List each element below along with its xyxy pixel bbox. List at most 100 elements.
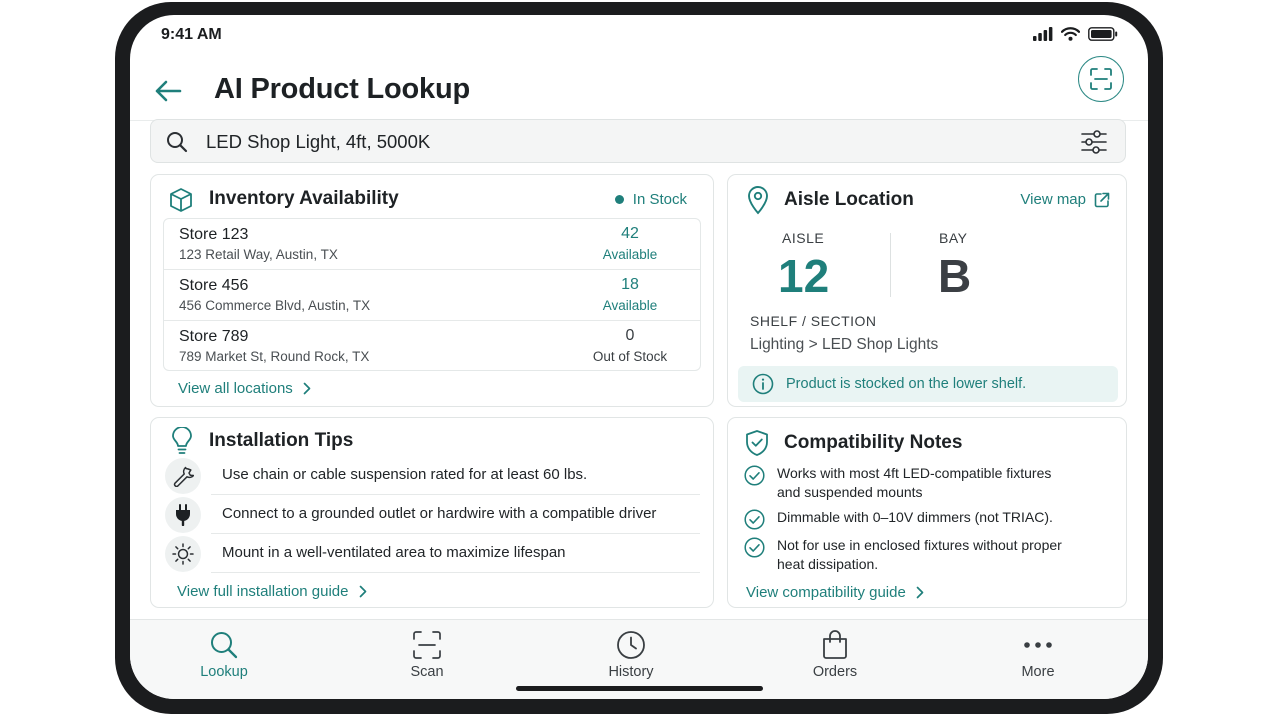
- store-row[interactable]: Store 789 789 Market St, Round Rock, TX …: [164, 321, 700, 370]
- check-circle-icon: [744, 465, 765, 486]
- store-name: Store 789: [179, 328, 249, 345]
- tip-item: Use chain or cable suspension rated for …: [163, 456, 700, 495]
- scan-icon: [1090, 68, 1112, 90]
- wifi-icon: [1061, 27, 1080, 41]
- tab-label: Lookup: [200, 664, 248, 680]
- plug-icon: [165, 497, 201, 533]
- info-icon: [752, 373, 774, 395]
- shelf-note-text: Product is stocked on the lower shelf.: [786, 376, 1027, 392]
- tip-text: Connect to a grounded outlet or hardwire…: [222, 505, 657, 522]
- search-icon: [211, 632, 238, 659]
- page-title: AI Product Lookup: [214, 73, 470, 105]
- store-availability: Available: [602, 247, 658, 262]
- store-list: Store 123 123 Retail Way, Austin, TX 42 …: [163, 218, 701, 371]
- view-map-label: View map: [1020, 191, 1086, 208]
- battery-icon: [1088, 27, 1118, 41]
- store-name: Store 456: [179, 277, 249, 294]
- divider: [890, 233, 891, 297]
- signal-icon: [1033, 27, 1053, 41]
- tab-lookup[interactable]: Lookup: [174, 628, 274, 688]
- tab-label: More: [1021, 664, 1055, 680]
- store-availability: Available: [602, 298, 658, 313]
- shelf-section-value: Lighting > LED Shop Lights: [750, 336, 939, 353]
- tab-label: Scan: [410, 664, 444, 680]
- stock-status-label: In Stock: [632, 191, 687, 208]
- link-label: View full installation guide: [177, 583, 349, 600]
- back-button[interactable]: [152, 75, 184, 107]
- compatibility-title: Compatibility Notes: [784, 432, 963, 453]
- tab-scan[interactable]: Scan: [377, 628, 477, 688]
- store-address: 123 Retail Way, Austin, TX: [179, 247, 338, 262]
- bag-icon: [823, 630, 847, 659]
- shelf-note: Product is stocked on the lower shelf.: [738, 366, 1118, 402]
- store-availability: Out of Stock: [592, 349, 668, 364]
- wrench-icon: [165, 458, 201, 494]
- tip-text: Mount in a well-ventilated area to maxim…: [222, 544, 566, 561]
- compatibility-guide-link[interactable]: View compatibility guide: [746, 584, 924, 601]
- store-address: 456 Commerce Blvd, Austin, TX: [179, 298, 371, 313]
- compat-note-text: Dimmable with 0–10V dimmers (not TRIAC).: [777, 509, 1053, 525]
- clock-icon: [617, 631, 645, 659]
- link-label: View compatibility guide: [746, 584, 906, 601]
- status-time: 9:41 AM: [161, 26, 222, 43]
- app-screen: 9:41 AM AI Product Lookup LED Shop Light…: [130, 15, 1148, 699]
- tip-item: Connect to a grounded outlet or hardwire…: [163, 495, 700, 534]
- bay-value: B: [938, 250, 972, 302]
- app-header: AI Product Lookup: [130, 59, 1148, 121]
- installation-guide-link[interactable]: View full installation guide: [177, 583, 367, 600]
- check-circle-icon: [744, 509, 765, 530]
- more-icon: [1024, 642, 1052, 648]
- scan-header-button[interactable]: [1078, 56, 1124, 102]
- compat-note-text: Works with most 4ft LED-compatible fixtu…: [777, 465, 1052, 481]
- link-label: View all locations: [178, 380, 293, 397]
- status-dot: [614, 195, 624, 204]
- tip-item: Mount in a well-ventilated area to maxim…: [163, 534, 700, 573]
- store-count: 18: [621, 276, 639, 293]
- aisle-number: 12: [778, 250, 830, 302]
- scan-icon: [413, 631, 441, 659]
- tip-text: Use chain or cable suspension rated for …: [222, 466, 588, 483]
- tab-history[interactable]: History: [581, 628, 681, 688]
- lightbulb-icon: [172, 427, 192, 454]
- tab-label: Orders: [812, 664, 858, 680]
- aisle-location-card: Aisle Location View map AISLE 12 BAY B S…: [727, 174, 1127, 407]
- inventory-title: Inventory Availability: [209, 188, 399, 209]
- sun-icon: [165, 536, 201, 572]
- store-name: Store 123: [179, 226, 249, 243]
- external-link-icon: [1094, 192, 1110, 207]
- tab-label: History: [608, 664, 654, 680]
- compatibility-notes-card: Compatibility Notes Works with most 4ft …: [727, 417, 1127, 608]
- store-address: 789 Market St, Round Rock, TX: [179, 349, 370, 364]
- bay-label: BAY: [939, 230, 968, 246]
- filter-sliders-icon[interactable]: [1081, 130, 1107, 154]
- aisle-title: Aisle Location: [784, 189, 914, 210]
- store-count: 42: [621, 225, 639, 242]
- inventory-card: Inventory Availability In Stock Store 12…: [150, 174, 714, 407]
- aisle-label: AISLE: [782, 230, 825, 246]
- view-map-link[interactable]: View map: [1020, 191, 1110, 208]
- stock-status-badge: In Stock: [614, 191, 687, 208]
- installation-title: Installation Tips: [209, 430, 354, 451]
- shelf-section-label: SHELF / SECTION: [750, 313, 877, 329]
- compat-note-text: Not for use in enclosed fixtures without…: [777, 537, 1062, 553]
- store-row[interactable]: Store 456 456 Commerce Blvd, Austin, TX …: [164, 270, 700, 321]
- check-circle-icon: [744, 537, 765, 558]
- compat-note-text: and suspended mounts: [777, 484, 923, 500]
- chevron-right-icon: [359, 585, 366, 598]
- status-bar: 9:41 AM: [130, 15, 1148, 59]
- divider: [211, 572, 700, 573]
- search-bar: [150, 119, 1126, 163]
- store-row[interactable]: Store 123 123 Retail Way, Austin, TX 42 …: [164, 219, 700, 270]
- tab-more[interactable]: More: [988, 628, 1088, 688]
- search-icon: [167, 132, 188, 153]
- home-indicator[interactable]: [516, 686, 763, 691]
- chevron-right-icon: [916, 586, 924, 599]
- shield-check-icon: [746, 430, 768, 456]
- search-input[interactable]: [206, 128, 1046, 156]
- view-all-locations-link[interactable]: View all locations: [178, 380, 311, 397]
- arrow-left-icon: [155, 80, 182, 102]
- map-pin-icon: [748, 186, 768, 215]
- compat-note-text: heat dissipation.: [777, 556, 879, 572]
- tab-orders[interactable]: Orders: [785, 628, 885, 688]
- chevron-right-icon: [303, 382, 311, 395]
